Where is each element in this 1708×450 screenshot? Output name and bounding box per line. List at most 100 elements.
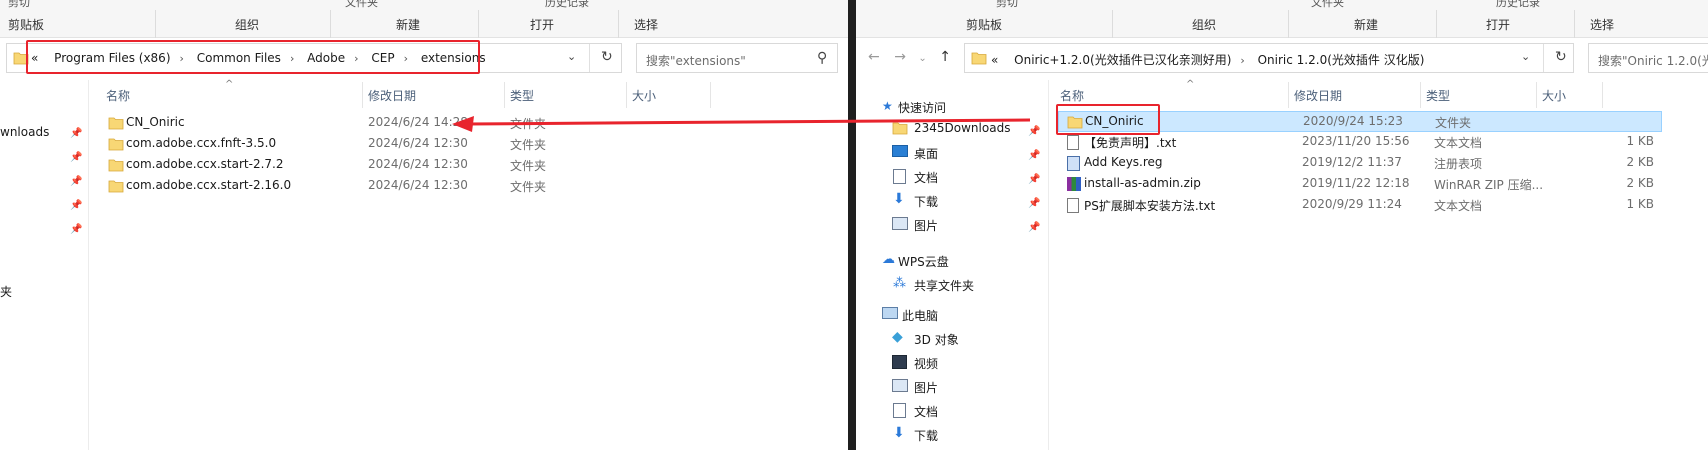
file-name: Add Keys.reg [1084,155,1163,169]
pin-icon: 📌 [70,200,83,211]
table-row[interactable]: 【免责声明】.txt 2023/11/20 15:56 文本文档 1 KB [1058,132,1662,153]
sidebar-item-2345downloads[interactable]: 2345Downloads [892,118,1042,140]
sidebar-item-label: WPS云盘 [898,255,949,269]
sidebar-item-label: 桌面 [914,147,939,161]
column-header: ^ 名称 修改日期 类型 大小 [90,79,848,108]
file-size: 1 KB [1626,197,1654,211]
sidebar-item-documents[interactable]: 文档 [892,166,1042,188]
sidebar-item-shared-folder[interactable]: ⁂ 共享文件夹 [892,274,1042,296]
chevron-down-icon[interactable]: ⌄ [567,50,576,63]
breadcrumb-adobe[interactable]: Adobe [307,51,345,65]
chevron-right-icon[interactable]: › [1240,54,1244,67]
table-row[interactable]: Add Keys.reg 2019/12/2 11:37 注册表项 2 KB [1058,153,1662,174]
table-row-selected[interactable]: CN_Oniric 2020/9/24 15:23 文件夹 [1058,111,1662,132]
search-icon[interactable]: ⚲ [817,50,827,66]
breadcrumb-overflow[interactable]: « [991,53,998,67]
table-row[interactable]: com.adobe.ccx.fnft-3.5.0 2024/6/24 12:30… [100,134,840,155]
ribbon-group-organize: 组织 [1192,18,1217,32]
table-row[interactable]: CN_Oniric 2024/6/24 14:28 文件夹 [100,113,840,134]
breadcrumb-program-files[interactable]: Program Files (x86) [54,51,170,65]
chevron-down-icon[interactable]: ⌄ [1521,50,1530,63]
share-icon: ⁂ [893,276,906,291]
document-icon [893,403,906,418]
file-name: PS扩展脚本安装方法.txt [1084,199,1216,213]
pin-icon: 📌 [1028,174,1041,185]
breadcrumb-oniric-parent[interactable]: Oniric+1.2.0(光效插件已汉化亲测好用) [1014,53,1231,67]
file-name: 【免责声明】.txt [1084,136,1177,150]
file-size: 2 KB [1626,155,1654,169]
folder-icon [1067,115,1083,132]
file-size: 1 KB [1626,134,1654,148]
download-icon: ⬇ [893,425,905,441]
sidebar-item-videos[interactable]: 视频 [892,352,1042,374]
table-row[interactable]: com.adobe.ccx.start-2.16.0 2024/6/24 12:… [100,176,840,197]
desktop-icon [892,145,908,157]
up-arrow-icon[interactable]: ↑ [939,49,951,65]
table-row[interactable]: com.adobe.ccx.start-2.7.2 2024/6/24 12:3… [100,155,840,176]
ribbon-history[interactable]: 历史记录 [1496,0,1540,10]
sidebar-item-pictures[interactable]: 图片 [892,214,1042,236]
address-bar[interactable]: « Program Files (x86) › Common Files › Ado… [6,43,622,73]
sidebar-item-this-pc[interactable]: 此电脑 [882,304,1042,326]
chevron-right-icon[interactable]: › [404,52,408,65]
column-name[interactable]: 名称 [106,87,130,104]
file-type: 文件夹 [1435,116,1472,130]
sidebar-item-folder[interactable]: 夹 [0,280,88,302]
file-date: 2024/6/24 12:30 [368,157,468,171]
ribbon-cut[interactable]: 剪切 [8,0,30,10]
address-bar[interactable]: « Oniric+1.2.0(光效插件已汉化亲测好用) › Oniric 1.2.… [964,43,1574,73]
sidebar-item-downloads-pc[interactable]: ⬇ 下载 [892,424,1042,446]
breadcrumb-extensions[interactable]: extensions [421,51,486,65]
column-name[interactable]: 名称 [1060,87,1084,104]
download-icon: ⬇ [893,191,905,207]
ribbon-group-open: 打开 [530,18,555,32]
search-input[interactable]: 搜索"extensions" [646,52,746,69]
search-box[interactable]: 搜索"Oniric 1.2.0(光 [1588,43,1708,73]
recent-dropdown-icon[interactable]: ⌄ [918,53,926,64]
sidebar-item-label: 图片 [914,219,939,233]
sidebar-item-downloads[interactable]: ⬇ 下载 [892,190,1042,212]
refresh-icon[interactable]: ↻ [1555,49,1567,65]
sidebar-item-desktop[interactable]: 桌面 [892,142,1042,164]
chevron-right-icon[interactable]: › [354,52,358,65]
sidebar-item-pictures-pc[interactable]: 图片 [892,376,1042,398]
file-type: 文件夹 [510,159,547,173]
breadcrumb-overflow[interactable]: « [31,51,38,65]
breadcrumb-oniric-current[interactable]: Oniric 1.2.0(光效插件 汉化版) [1258,53,1425,67]
sidebar-item-label: wnloads [0,125,50,139]
column-size[interactable]: 大小 [1542,87,1566,104]
breadcrumb-cep[interactable]: CEP [371,51,394,65]
ribbon-cut[interactable]: 剪切 [996,0,1018,10]
breadcrumb-common-files[interactable]: Common Files [197,51,281,65]
ribbon-folder[interactable]: 文件夹 [1311,0,1344,10]
column-date[interactable]: 修改日期 [1294,87,1342,104]
pin-icon: 📌 [70,152,83,163]
ribbon-history[interactable]: 历史记录 [545,0,589,10]
sidebar-item-documents-pc[interactable]: 文档 [892,400,1042,422]
ribbon-folder[interactable]: 文件夹 [345,0,378,10]
column-type[interactable]: 类型 [1426,87,1450,104]
search-box[interactable]: 搜索"extensions" ⚲ [636,43,838,73]
sidebar-item-3d-objects[interactable]: ◆ 3D 对象 [892,328,1042,350]
chevron-right-icon[interactable]: › [180,52,184,65]
file-name: CN_Oniric [1085,114,1144,128]
sidebar-item-quick-access[interactable]: ★ 快速访问 [882,96,1042,118]
ribbon-group-organize: 组织 [235,18,260,32]
refresh-icon[interactable]: ↻ [601,49,613,65]
column-date[interactable]: 修改日期 [368,87,416,104]
window-divider [848,0,856,450]
ribbon-group-new: 新建 [396,18,421,32]
search-input[interactable]: 搜索"Oniric 1.2.0(光 [1598,52,1708,69]
column-size[interactable]: 大小 [632,87,656,104]
table-row[interactable]: install-as-admin.zip 2019/11/22 12:18 Wi… [1058,174,1662,195]
picture-icon [892,217,908,230]
table-row[interactable]: PS扩展脚本安装方法.txt 2020/9/29 11:24 文本文档 1 KB [1058,195,1662,216]
sidebar-item-wps-cloud[interactable]: ☁ WPS云盘 [882,250,1042,272]
file-type: 文本文档 [1434,199,1483,213]
column-type[interactable]: 类型 [510,87,534,104]
chevron-right-icon[interactable]: › [290,52,294,65]
sort-up-icon: ^ [225,79,234,90]
file-name: com.adobe.ccx.start-2.16.0 [126,178,292,192]
back-arrow-icon[interactable]: ← [868,49,880,65]
forward-arrow-icon[interactable]: → [894,49,906,65]
